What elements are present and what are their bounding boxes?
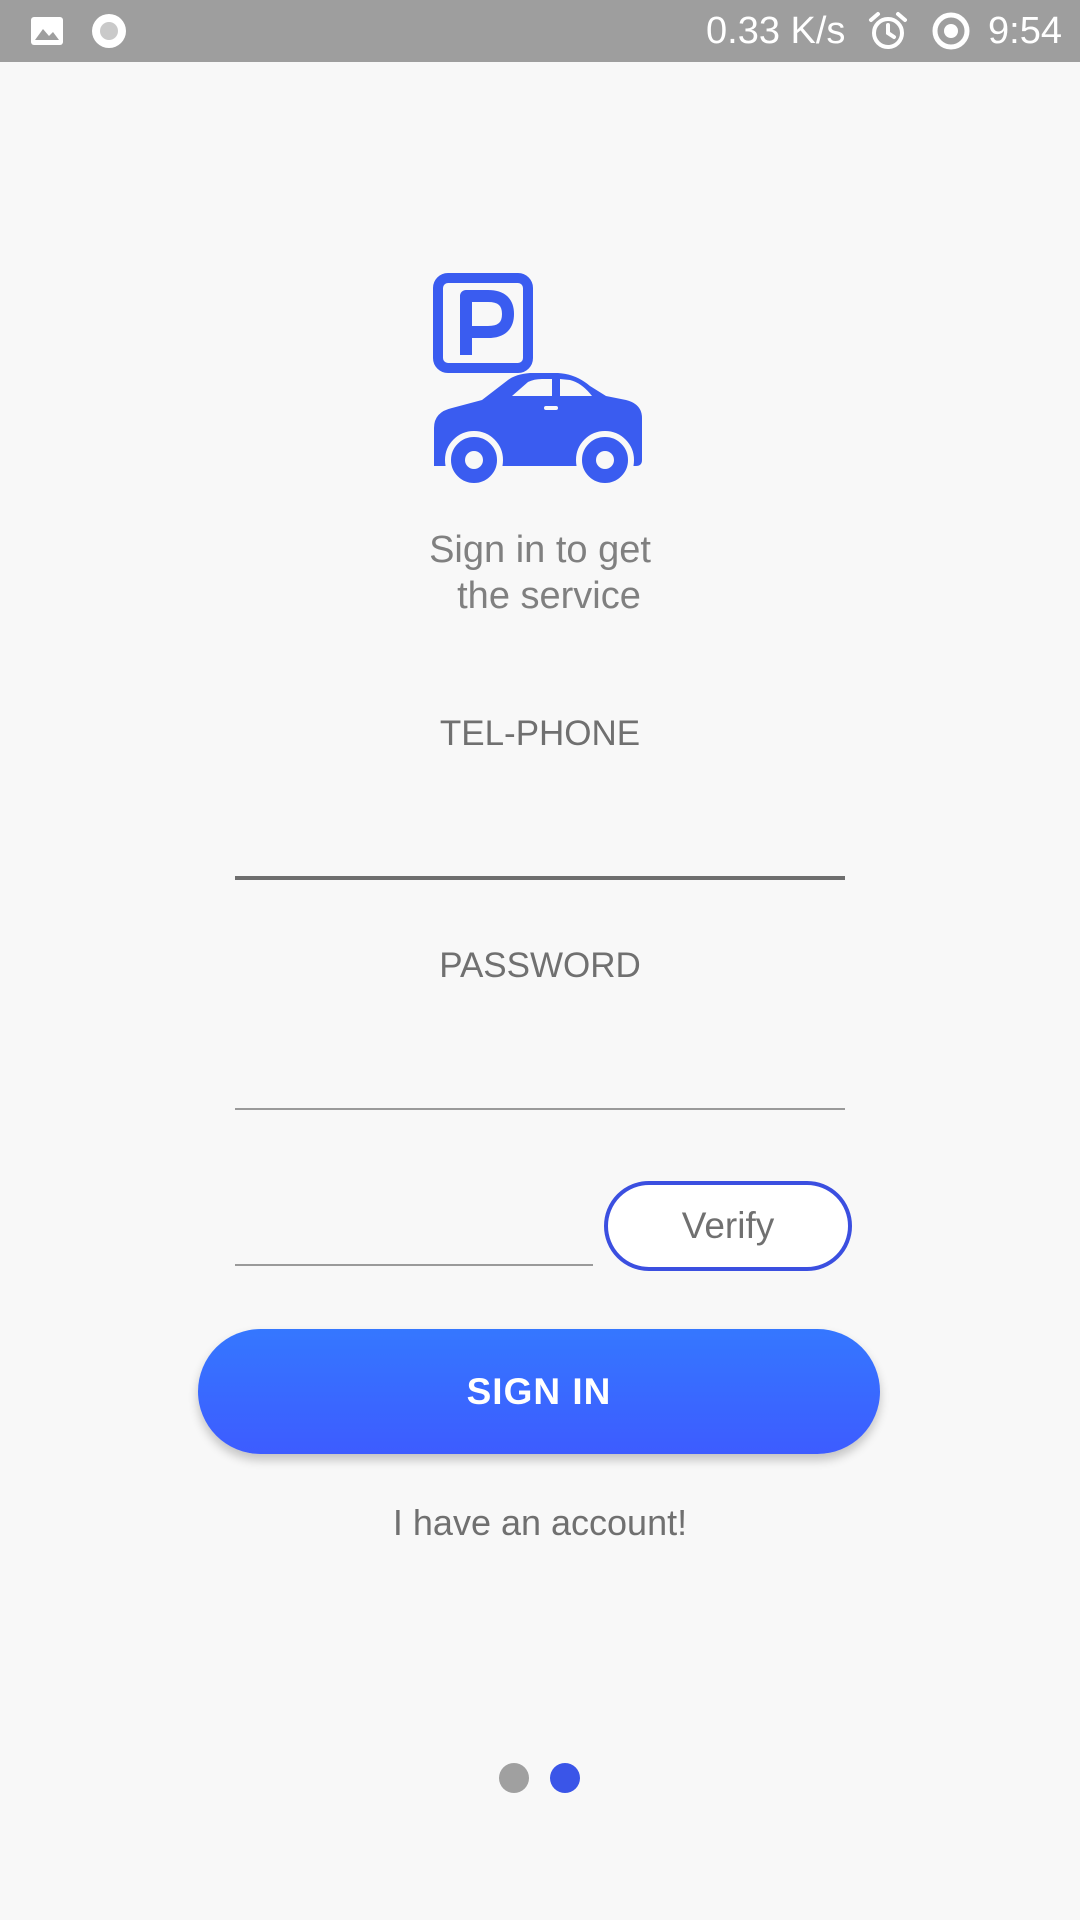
subtitle-line-1: Sign in to get: [429, 529, 651, 571]
password-input[interactable]: [235, 1050, 845, 1110]
verify-button[interactable]: Verify: [604, 1181, 852, 1271]
password-label: PASSWORD: [439, 946, 641, 985]
sync-icon: [930, 0, 972, 62]
image-icon: [28, 0, 66, 62]
subtitle: Sign in to get the service: [340, 527, 740, 619]
sign-in-button[interactable]: SIGN IN: [198, 1329, 880, 1454]
record-icon: [89, 0, 129, 62]
alarm-icon: [866, 0, 910, 62]
clock-time: 9:54: [988, 10, 1062, 52]
app-logo: [430, 270, 650, 490]
phone-label: TEL-PHONE: [439, 714, 641, 753]
parking-sign-icon: [433, 273, 533, 373]
network-speed: 0.33 K/s: [706, 10, 846, 52]
subtitle-line-2: the service: [457, 575, 641, 617]
phone-input[interactable]: [235, 820, 845, 880]
page-dot-1[interactable]: [499, 1763, 529, 1793]
verify-code-input[interactable]: [235, 1206, 593, 1266]
car-icon: [434, 373, 642, 489]
page-dot-2[interactable]: [550, 1763, 580, 1793]
have-account-link[interactable]: I have an account!: [290, 1502, 790, 1544]
status-bar: 0.33 K/s 9:54: [0, 0, 1080, 62]
